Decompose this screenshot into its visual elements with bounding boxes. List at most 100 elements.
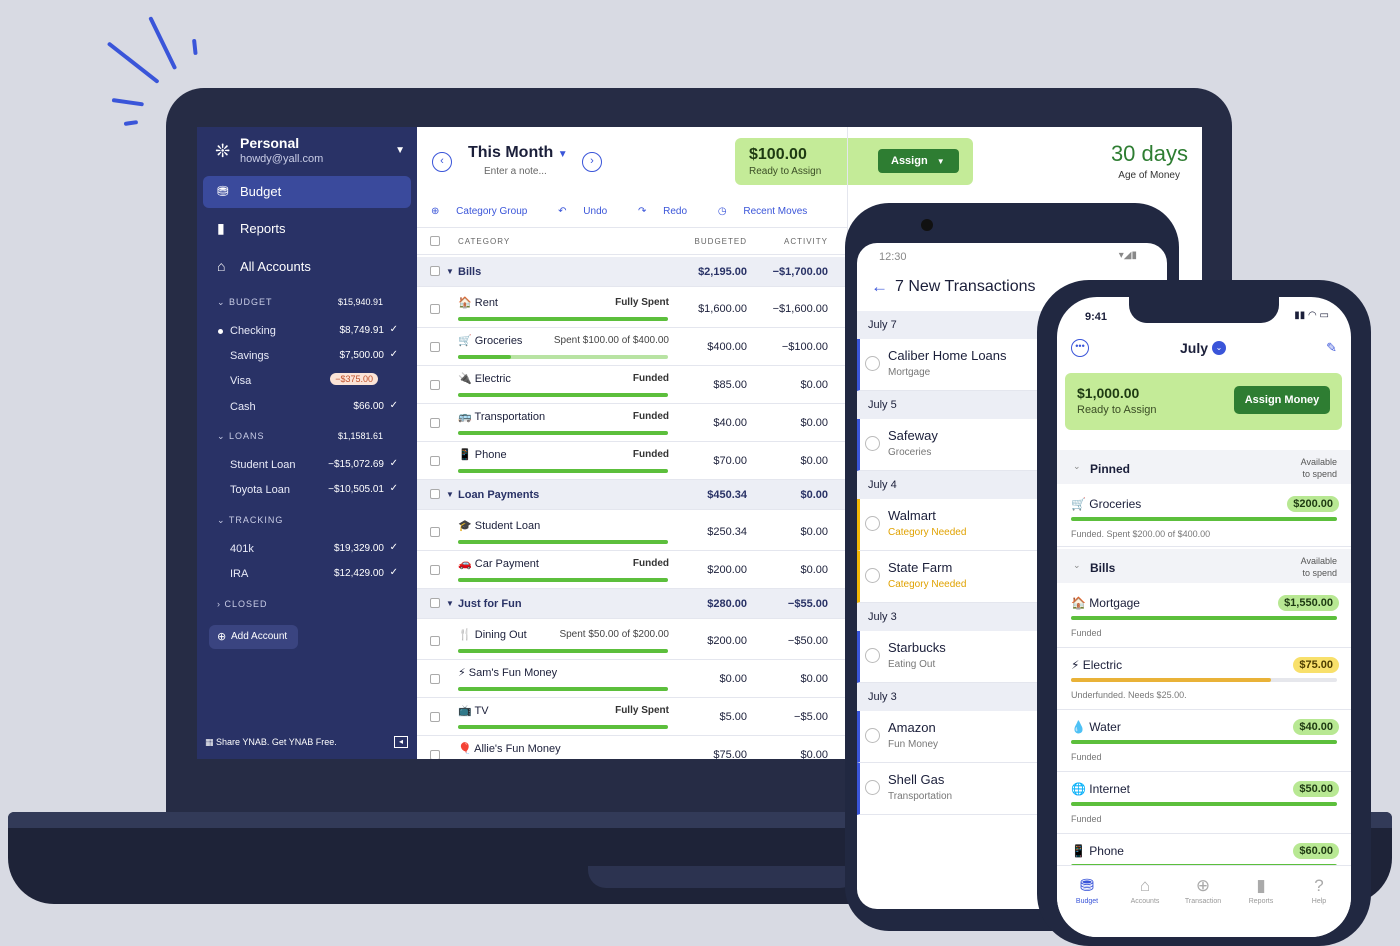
month-label[interactable]: July [1180,340,1208,356]
category-name[interactable]: 🍴 Dining Out [458,628,527,641]
category-name[interactable]: 🛒 Groceries [458,334,522,347]
available-amount[interactable]: $200.00 [1287,496,1339,512]
select-all-checkbox[interactable] [430,236,440,246]
row-checkbox[interactable] [430,712,440,722]
month-selector[interactable]: This Month ▼ [468,144,568,162]
category-row[interactable]: ⚡ Sam's Fun Money $0.00 $0.00 [417,660,847,698]
add-account-button[interactable]: ⊕ Add Account [209,625,298,649]
budgeted-amount[interactable]: $85.00 [713,379,747,391]
select-radio[interactable] [865,728,880,743]
row-checkbox[interactable] [430,598,440,608]
category-group-row[interactable]: ▼ Just for Fun $280.00 −$55.00 [417,589,847,619]
tab-reports[interactable]: ▮ Reports [1232,876,1290,905]
row-checkbox[interactable] [430,418,440,428]
category-item[interactable]: 🛒 Groceries $200.00 Funded. Spent $200.00 … [1057,487,1351,547]
account-checking[interactable]: Checking $8,749.91 ✓ [218,324,398,337]
budgeted-amount[interactable]: $0.00 [719,673,747,685]
row-checkbox[interactable] [430,674,440,684]
account-visa[interactable]: Visa −$375.00 [230,373,398,387]
category-name[interactable]: 📱 Phone [458,448,507,461]
category-name[interactable]: 🚌 Transportation [458,410,545,423]
category-item[interactable]: 🏠 Mortgage $1,550.00 Funded [1057,586,1351,648]
group-budget[interactable]: ⌄ BUDGET $15,940.91 [217,297,383,308]
category-row[interactable]: 🎈 Allie's Fun Money $75.00 $0.00 [417,736,847,759]
category-row[interactable]: 🏠 Rent Fully Spent $1,600.00 −$1,600.00 [417,290,847,328]
available-amount[interactable]: $75.00 [1293,657,1339,673]
budgeted-amount[interactable]: $1,600.00 [698,303,747,315]
category-row[interactable]: 🔌 Electric Funded $85.00 $0.00 [417,366,847,404]
group-loans[interactable]: ⌄ LOANS $1,1581.61 [217,431,383,442]
available-amount[interactable]: $1,550.00 [1278,595,1339,611]
tab-accounts[interactable]: ⌂ Accounts [1116,876,1174,905]
share-ynab-link[interactable]: ▦ Share YNAB. Get YNAB Free. [205,737,337,748]
group-closed[interactable]: › CLOSED [217,599,383,609]
category-row[interactable]: 📱 Phone Funded $70.00 $0.00 [417,442,847,480]
category-name[interactable]: 🚗 Car Payment [458,557,539,570]
redo-button[interactable]: ↷ Redo [638,206,701,217]
nav-reports[interactable]: ▮ Reports [203,213,411,245]
account-savings[interactable]: Savings $7,500.00 ✓ [230,349,398,362]
account-toyota-loan[interactable]: Toyota Loan −$10,505.01 ✓ [230,483,398,496]
row-checkbox[interactable] [430,266,440,276]
select-radio[interactable] [865,516,880,531]
budgeted-amount[interactable]: $400.00 [707,341,747,353]
category-name[interactable]: 🔌 Electric [458,372,511,385]
budgeted-amount[interactable]: $75.00 [713,749,747,759]
chevron-down-icon[interactable]: ⌄ [1212,341,1226,355]
row-checkbox[interactable] [430,342,440,352]
month-note-input[interactable]: Enter a note... [484,166,547,177]
available-amount[interactable]: $60.00 [1293,843,1339,859]
budget-switcher[interactable]: ❊ Personal howdy@yall.com ▼ [215,135,405,171]
row-checkbox[interactable] [430,304,440,314]
category-group-row[interactable]: ▼ Loan Payments $450.34 $0.00 [417,480,847,510]
prev-month-button[interactable]: ‹ [432,152,452,172]
category-row[interactable]: 🚗 Car Payment Funded $200.00 $0.00 [417,551,847,589]
edit-icon[interactable]: ✎ [1326,340,1337,356]
assign-money-button[interactable]: Assign Money [1234,386,1330,414]
select-radio[interactable] [865,780,880,795]
account-ira[interactable]: IRA $12,429.00 ✓ [230,567,398,580]
category-name[interactable]: 🏠 Rent [458,296,498,309]
caret-down-icon[interactable]: ▼ [446,490,454,499]
category-group-row[interactable]: ▼ Bills $2,195.00 −$1,700.00 [417,257,847,287]
budgeted-amount[interactable]: $5.00 [719,711,747,723]
nav-all-accounts[interactable]: ⌂ All Accounts [203,251,411,283]
tab-transaction[interactable]: ⊕ Transaction [1174,876,1232,905]
section-pinned[interactable]: ⌄ Pinned Available to spend [1057,450,1351,484]
budgeted-amount[interactable]: $70.00 [713,455,747,467]
account-cash[interactable]: Cash $66.00 ✓ [230,400,398,413]
category-name[interactable]: 📺 TV [458,704,489,717]
select-radio[interactable] [865,568,880,583]
category-name[interactable]: Bills [458,266,481,278]
category-name[interactable]: 🎓 Student Loan [458,519,540,532]
available-amount[interactable]: $40.00 [1293,719,1339,735]
more-icon[interactable]: ••• [1071,339,1089,357]
add-category-group-button[interactable]: ⊕ Category Group [431,206,541,217]
back-arrow-icon[interactable]: ← [871,277,888,297]
tab-help[interactable]: ? Help [1290,876,1348,905]
tab-budget[interactable]: ⛃ Budget [1058,876,1116,905]
category-name[interactable]: 🎈 Allie's Fun Money [458,742,561,755]
undo-button[interactable]: ↶ Undo [558,206,621,217]
nav-budget[interactable]: ⛃ Budget [203,176,411,208]
select-radio[interactable] [865,356,880,371]
row-checkbox[interactable] [430,527,440,537]
assign-button[interactable]: Assign ▼ [878,149,959,173]
category-name[interactable]: ⚡ Sam's Fun Money [458,666,557,679]
available-amount[interactable]: $50.00 [1293,781,1339,797]
select-radio[interactable] [865,436,880,451]
category-item[interactable]: ⚡ Electric $75.00 Underfunded. Needs $25.0… [1057,648,1351,710]
category-row[interactable]: 🛒 Groceries Spent $100.00 of $400.00 $400.… [417,328,847,366]
account-401k[interactable]: 401k $19,329.00 ✓ [230,542,398,555]
section-bills[interactable]: ⌄ Bills Available to spend [1057,549,1351,583]
collapse-sidebar-icon[interactable]: ◂ [394,736,408,748]
row-checkbox[interactable] [430,636,440,646]
recent-moves-button[interactable]: ◷ Recent Moves [718,206,821,217]
category-name[interactable]: Just for Fun [458,598,522,610]
caret-down-icon[interactable]: ▼ [446,599,454,608]
row-checkbox[interactable] [430,565,440,575]
budgeted-amount[interactable]: $40.00 [713,417,747,429]
caret-down-icon[interactable]: ▼ [446,267,454,276]
category-row[interactable]: 🍴 Dining Out Spent $50.00 of $200.00 $200.… [417,622,847,660]
category-row[interactable]: 🚌 Transportation Funded $40.00 $0.00 [417,404,847,442]
